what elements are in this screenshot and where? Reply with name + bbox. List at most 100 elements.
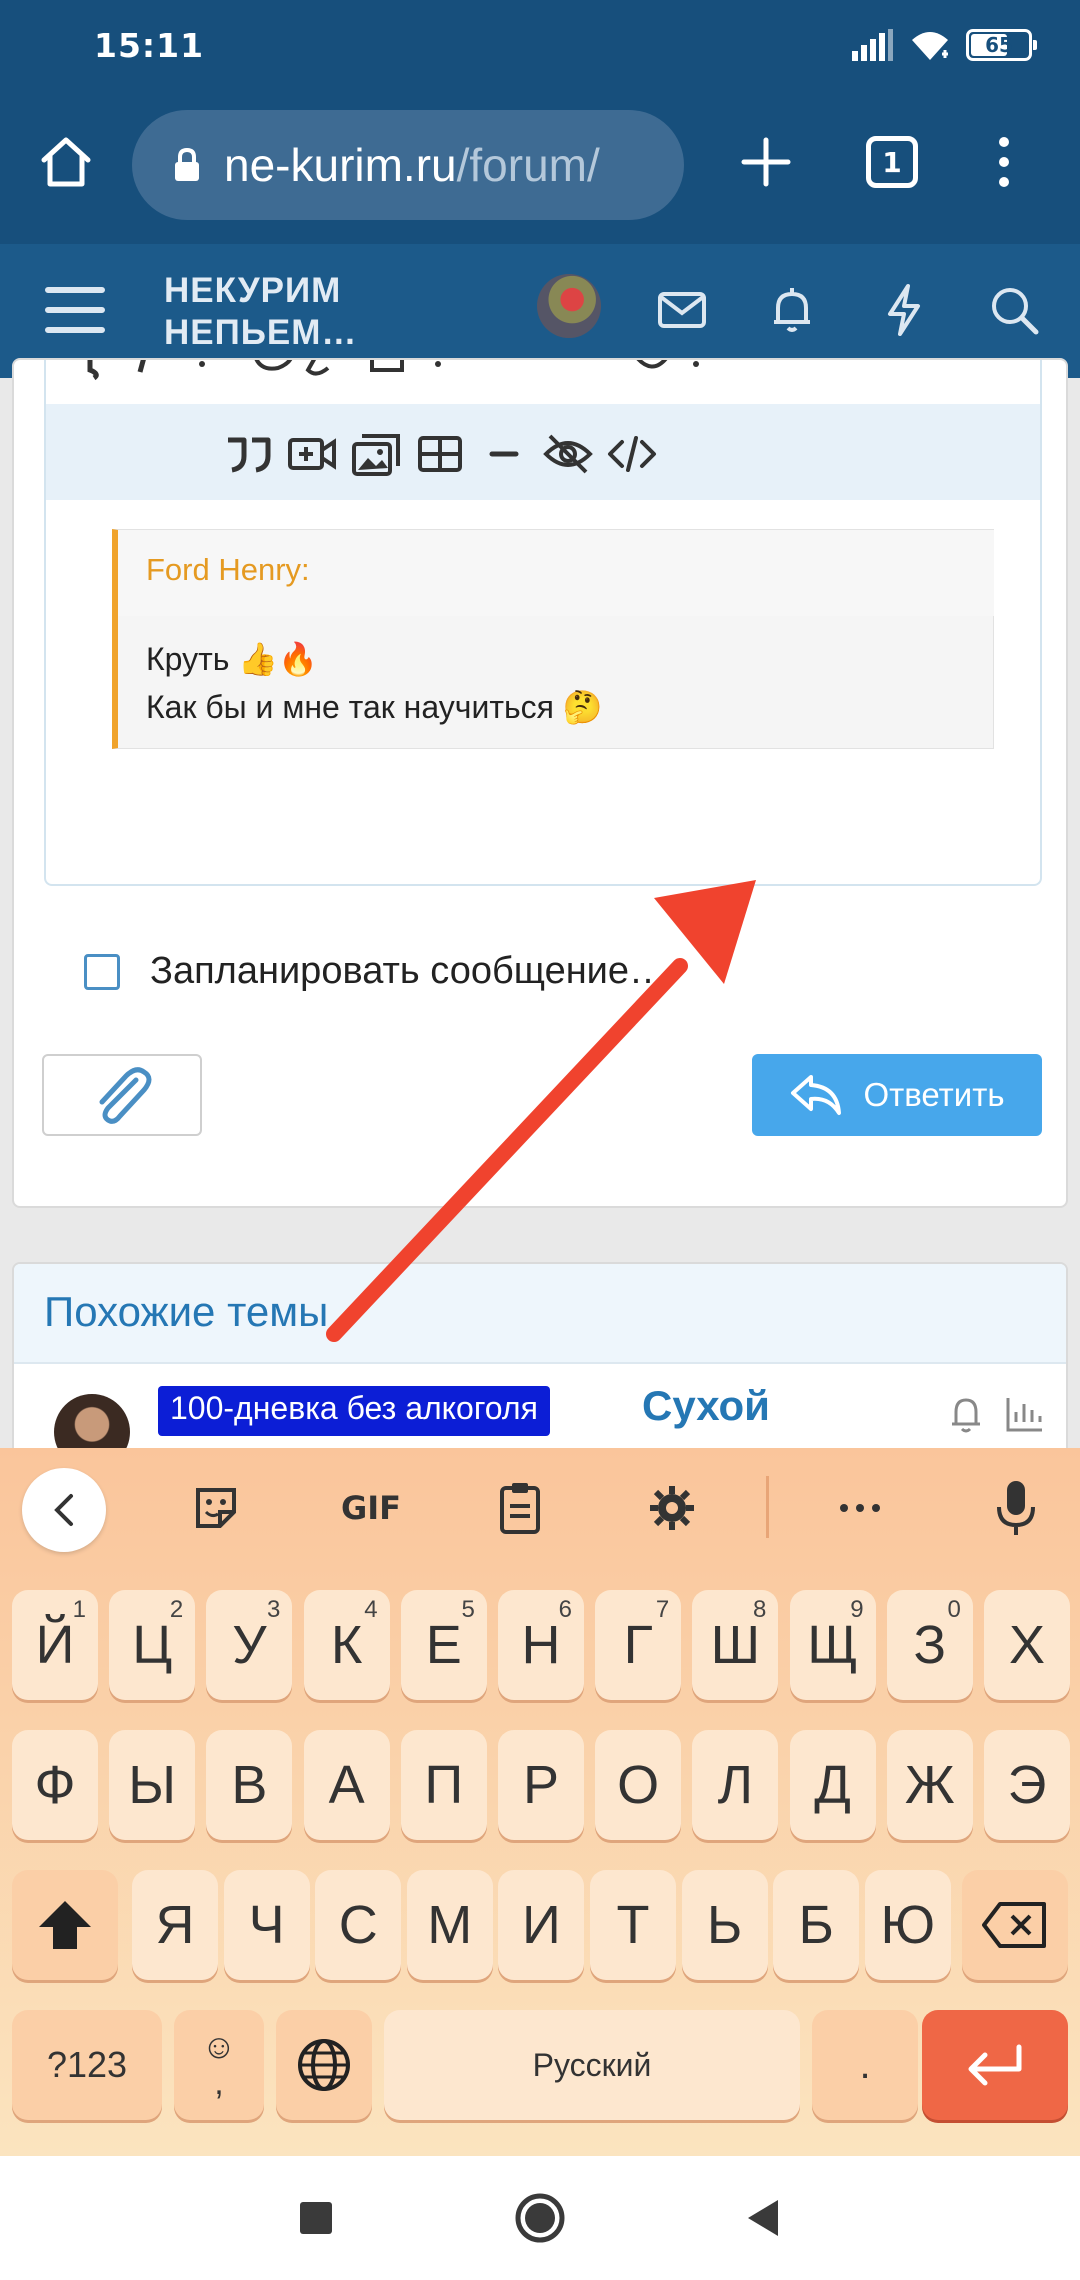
key-row3-4[interactable]: И xyxy=(498,1870,585,1980)
keyboard: GIF Й1Ц2У3К4Е5Н6Г7Ш8Щ9З0ХФЫВАПРОЛДЖЭЯЧСМ… xyxy=(0,1448,1080,2156)
key-row1-10[interactable]: Х xyxy=(984,1590,1070,1700)
key-row3-5[interactable]: Т xyxy=(590,1870,676,1980)
shift-key[interactable] xyxy=(12,1870,118,1980)
key-row1-4[interactable]: Е5 xyxy=(400,1590,487,1700)
key-row3-8[interactable]: Ю xyxy=(864,1870,951,1980)
key-row1-5[interactable]: Н6 xyxy=(498,1590,584,1700)
browser-toolbar: ne-kurim.ru/forum/ 1 xyxy=(0,96,1080,244)
stats-icon[interactable] xyxy=(1002,1392,1046,1436)
reply-label: Ответить xyxy=(863,1076,1005,1113)
key-row3-2-label: С xyxy=(338,1895,378,1955)
horizontal-rule-icon[interactable] xyxy=(478,428,530,480)
table-icon[interactable] xyxy=(414,428,466,480)
quote-text-line1: Круть 👍🔥 xyxy=(146,641,318,677)
key-row3-7[interactable]: Б xyxy=(773,1870,860,1980)
bell-icon[interactable] xyxy=(944,1392,988,1436)
key-row2-10[interactable]: Э xyxy=(984,1730,1070,1840)
sticker-icon[interactable] xyxy=(186,1478,246,1538)
space-key[interactable]: Русский xyxy=(384,2010,800,2120)
period-key[interactable]: . xyxy=(812,2010,918,2120)
clipboard-icon[interactable] xyxy=(490,1478,550,1538)
key-row1-2-label: У xyxy=(232,1615,267,1675)
key-row1-7[interactable]: Ш8 xyxy=(692,1590,779,1700)
hide-icon[interactable] xyxy=(542,428,594,480)
key-row3-2[interactable]: С xyxy=(315,1870,402,1980)
key-row1-6[interactable]: Г7 xyxy=(595,1590,682,1700)
key-row1-1-label: Ц xyxy=(132,1615,173,1675)
gif-button[interactable]: GIF xyxy=(336,1478,406,1538)
emoji-comma-key[interactable]: ☺, xyxy=(174,2010,264,2120)
user-avatar[interactable] xyxy=(537,274,601,338)
key-row1-6-label: Г xyxy=(623,1615,653,1675)
key-row1-0[interactable]: Й1 xyxy=(12,1590,98,1700)
more-horizontal-icon[interactable] xyxy=(830,1478,890,1538)
message-editor[interactable]: Ford Henry: Круть 👍🔥 Как бы и мне так на… xyxy=(44,360,1042,886)
bell-icon[interactable] xyxy=(762,280,822,340)
code-icon[interactable] xyxy=(606,428,658,480)
quote-icon[interactable] xyxy=(222,428,274,480)
key-row1-8[interactable]: Щ9 xyxy=(789,1590,876,1700)
lightning-icon[interactable] xyxy=(874,280,934,340)
recents-square-icon[interactable] xyxy=(286,2188,346,2248)
more-vertical-icon[interactable] xyxy=(984,132,1024,192)
battery-percent: 65 xyxy=(985,33,1013,57)
gallery-icon[interactable] xyxy=(350,428,402,480)
key-row2-0[interactable]: Ф xyxy=(12,1730,98,1840)
quote-author: Ford Henry: xyxy=(118,530,994,616)
key-row2-1[interactable]: Ы xyxy=(109,1730,196,1840)
key-row1-1[interactable]: Ц2 xyxy=(109,1590,196,1700)
mic-icon[interactable] xyxy=(986,1478,1046,1538)
paperclip-icon xyxy=(99,1067,152,1124)
home-circle-icon[interactable] xyxy=(510,2188,570,2248)
key-row2-9-label: Ж xyxy=(904,1755,955,1815)
key-row1-2[interactable]: У3 xyxy=(206,1590,293,1700)
tabs-button[interactable]: 1 xyxy=(866,136,918,188)
key-row3-3[interactable]: М xyxy=(406,1870,493,1980)
search-icon[interactable] xyxy=(984,280,1044,340)
attach-button[interactable] xyxy=(42,1054,202,1136)
key-row2-3[interactable]: А xyxy=(303,1730,390,1840)
reply-button[interactable]: Ответить xyxy=(752,1054,1042,1136)
address-bar[interactable]: ne-kurim.ru/forum/ xyxy=(132,110,684,220)
thread-title[interactable]: Сухой xyxy=(642,1382,770,1430)
comma-label: , xyxy=(214,2064,224,2102)
key-row3-6[interactable]: Ь xyxy=(681,1870,768,1980)
key-row1-2-hint: 3 xyxy=(267,1596,281,1623)
symbols-key-label: ?123 xyxy=(46,2044,128,2085)
key-row1-3[interactable]: К4 xyxy=(303,1590,390,1700)
hamburger-icon[interactable] xyxy=(44,284,106,336)
period-key-label: . xyxy=(859,2042,871,2087)
plus-icon[interactable] xyxy=(736,132,796,192)
home-icon[interactable] xyxy=(36,132,96,192)
schedule-checkbox[interactable] xyxy=(84,953,120,990)
key-row2-5-label: Р xyxy=(522,1755,560,1815)
globe-key[interactable] xyxy=(276,2010,372,2120)
keyboard-back-button[interactable] xyxy=(22,1468,106,1552)
mail-icon[interactable] xyxy=(652,280,712,340)
key-row2-7[interactable]: Л xyxy=(692,1730,779,1840)
key-row2-4[interactable]: П xyxy=(400,1730,487,1840)
key-row2-8[interactable]: Д xyxy=(789,1730,876,1840)
key-row1-0-label: Й xyxy=(35,1615,75,1675)
back-triangle-icon[interactable] xyxy=(734,2188,794,2248)
backspace-key[interactable] xyxy=(962,1870,1068,1980)
shift-icon xyxy=(39,1901,91,1949)
key-row2-3-label: А xyxy=(328,1755,365,1815)
symbols-key[interactable]: ?123 xyxy=(12,2010,162,2120)
key-row1-9[interactable]: З0 xyxy=(886,1590,973,1700)
tab-count: 1 xyxy=(882,145,902,179)
forum-logo[interactable]: НЕКУРИМ НЕПЬЕМ… xyxy=(164,270,357,354)
thread-prefix-badge[interactable]: 100-дневка без алкоголя xyxy=(158,1386,550,1436)
key-row2-2[interactable]: В xyxy=(206,1730,293,1840)
key-row2-6[interactable]: О xyxy=(595,1730,682,1840)
enter-key[interactable] xyxy=(922,2010,1068,2120)
gear-icon[interactable] xyxy=(642,1478,702,1538)
key-row2-9[interactable]: Ж xyxy=(886,1730,973,1840)
key-row3-0[interactable]: Я xyxy=(132,1870,218,1980)
keyboard-toolbar: GIF xyxy=(0,1448,1080,1568)
logo-line2: НЕПЬЕМ… xyxy=(164,313,358,352)
key-row1-7-hint: 8 xyxy=(753,1596,767,1623)
video-icon[interactable] xyxy=(286,428,338,480)
key-row3-1[interactable]: Ч xyxy=(223,1870,310,1980)
key-row2-5[interactable]: Р xyxy=(498,1730,584,1840)
